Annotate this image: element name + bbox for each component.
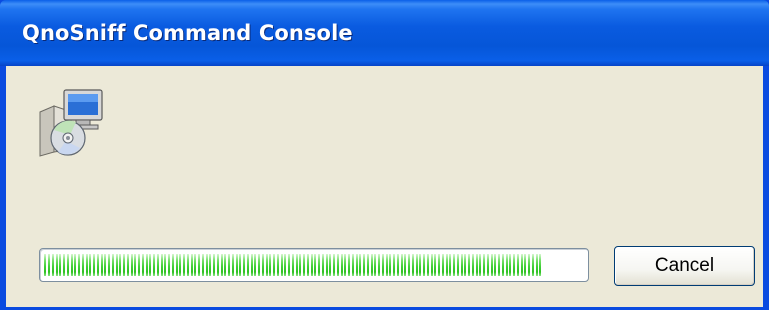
- dialog-window: QnoSniff Command Console Cancel: [0, 0, 769, 310]
- title-bar[interactable]: QnoSniff Command Console: [0, 0, 769, 66]
- window-title: QnoSniff Command Console: [22, 21, 353, 45]
- cancel-button[interactable]: Cancel: [614, 246, 755, 286]
- install-progress-bar: [39, 248, 589, 282]
- setup-installer-icon: [39, 89, 103, 157]
- progress-fill: [44, 254, 541, 276]
